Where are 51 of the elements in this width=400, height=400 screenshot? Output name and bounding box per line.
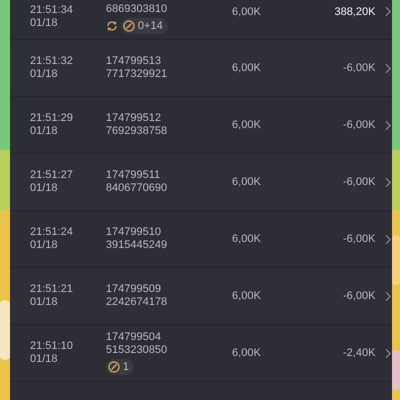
round-id: 2242674178 (106, 296, 168, 309)
refresh-icon (106, 20, 118, 32)
result-text: -6,00K (342, 62, 376, 74)
round-id: 174799504 (106, 331, 162, 344)
chevron-icon[interactable] (385, 176, 392, 188)
chevron-icon[interactable] (385, 290, 392, 302)
round-id: 174799512 (106, 112, 162, 125)
date-text: 01/18 (30, 68, 59, 81)
time-text: 21:51:21 (30, 283, 74, 296)
result-text: -6,00K (342, 233, 376, 245)
round-id: 174799509 (106, 283, 162, 296)
round-id: 174799513 (106, 55, 162, 68)
result-text: -6,00K (342, 119, 376, 131)
stake-text: 6,00K (232, 62, 262, 74)
chevron-icon[interactable] (385, 234, 392, 244)
date-text: 01/18 (30, 17, 59, 30)
chevron-icon[interactable] (385, 6, 392, 17)
stake-text: 6,00K (232, 290, 262, 302)
round-id: 7717329921 (106, 68, 168, 81)
round-id: 174799511 (106, 169, 162, 182)
date-text: 01/18 (30, 353, 59, 366)
stake-text: 6,00K (232, 347, 262, 359)
bonus-count: 1 (122, 360, 130, 374)
time-text: 21:51:32 (30, 55, 74, 68)
chevron-icon[interactable] (385, 120, 392, 130)
chevron-icon[interactable] (385, 348, 392, 358)
time-text: 21:51:29 (30, 112, 74, 125)
result-text: 388,20K (333, 6, 376, 18)
date-text: 01/18 (30, 239, 59, 252)
round-id: 3915445249 (106, 239, 168, 252)
result-text: -6,00K (342, 176, 376, 188)
stake-text: 6,00K (232, 6, 262, 18)
round-id: 6869303810 (106, 3, 168, 16)
time-text: 21:51:24 (30, 226, 74, 239)
bonus-count: 0+14 (138, 20, 163, 32)
date-text: 01/18 (30, 296, 59, 309)
round-id: 5153230850 (106, 344, 168, 357)
round-id: 7692938758 (106, 125, 168, 138)
time-text: 21:51:27 (30, 169, 74, 182)
stake-text: 6,00K (232, 119, 262, 131)
date-text: 01/18 (30, 182, 59, 195)
time-text: 21:51:34 (30, 4, 74, 17)
time-text: 21:51:10 (30, 340, 74, 353)
round-id: 174799510 (106, 226, 162, 239)
stake-text: 6,00K (232, 176, 262, 188)
stake-text: 6,00K (232, 233, 262, 245)
round-id: 8406770690 (106, 182, 168, 195)
result-text: -2,40K (342, 347, 376, 359)
chevron-icon[interactable] (385, 62, 392, 74)
date-text: 01/18 (30, 125, 59, 138)
result-text: -6,00K (342, 290, 376, 302)
